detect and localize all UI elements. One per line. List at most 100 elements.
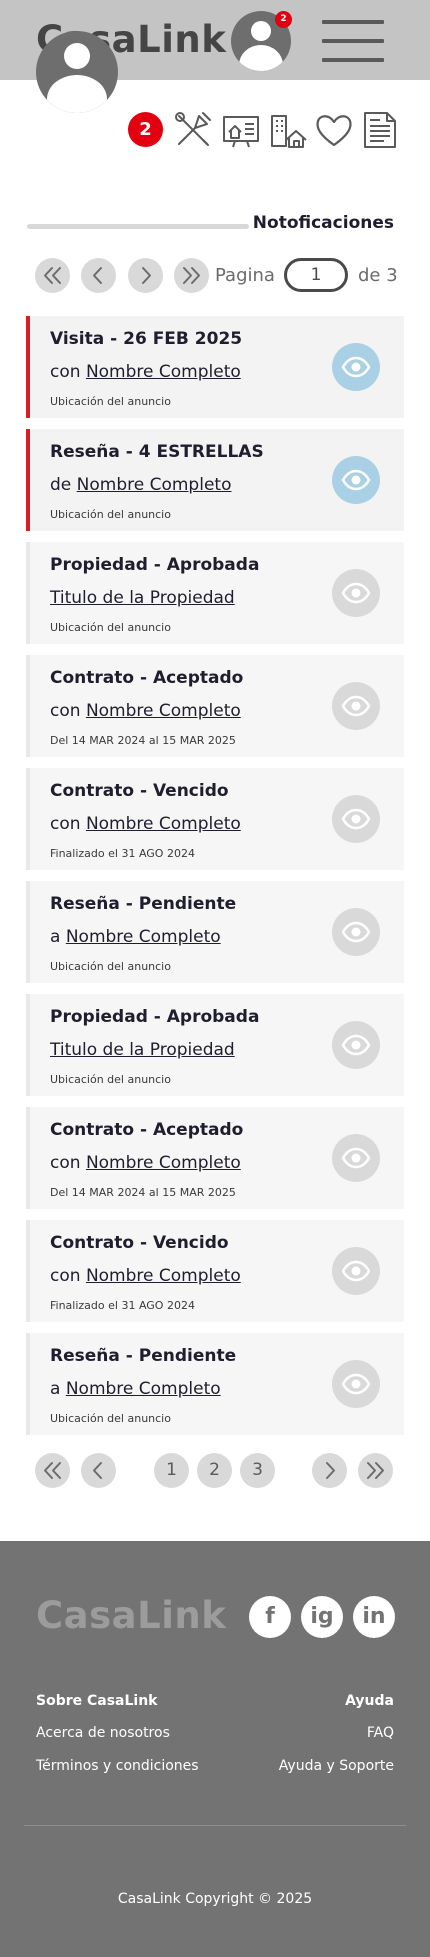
view-eye-icon[interactable] [332, 682, 380, 730]
avatar-notification-badge: 2 [275, 11, 292, 28]
notification-card[interactable]: Propiedad - Aprobada Titulo de la Propied… [26, 542, 404, 644]
prev-page-button-bottom[interactable] [81, 1453, 116, 1488]
document-icon[interactable] [360, 110, 400, 150]
notification-subject: a Nombre Completo [50, 927, 221, 947]
notification-subject: de Nombre Completo [50, 475, 231, 495]
view-eye-icon[interactable] [332, 908, 380, 956]
notification-meta: Finalizado el 31 AGO 2024 [50, 847, 195, 860]
first-page-button[interactable] [35, 258, 70, 293]
page-button-1[interactable]: 1 [154, 1453, 189, 1488]
notification-card[interactable]: Contrato - Vencido con Nombre Completo Fin… [26, 768, 404, 870]
notification-card[interactable]: Contrato - Aceptado con Nombre Completo De… [26, 655, 404, 757]
copyright: CasaLink Copyright © 2025 [117, 1891, 313, 1907]
notification-card[interactable]: Visita - 26 FEB 2025 con Nombre Completo U… [26, 316, 404, 418]
notification-subject: Titulo de la Propiedad [50, 1040, 235, 1060]
next-page-button-bottom[interactable] [312, 1453, 347, 1488]
instagram-icon[interactable]: ig [301, 1596, 343, 1638]
notification-card[interactable]: Reseña - Pendiente a Nombre Completo Ubica… [26, 881, 404, 983]
notification-meta: Del 14 MAR 2024 al 15 MAR 2025 [50, 1186, 236, 1199]
first-page-button-bottom[interactable] [35, 1453, 70, 1488]
page-total-label: de 3 [358, 265, 398, 286]
page-button-3[interactable]: 3 [240, 1453, 275, 1488]
footer-divider [24, 1825, 406, 1826]
notification-meta: Ubicación del anuncio [50, 960, 171, 973]
page-number-input[interactable]: 1 [284, 258, 348, 292]
profile-avatar[interactable] [36, 31, 118, 113]
view-eye-icon[interactable] [332, 1021, 380, 1069]
last-page-button-bottom[interactable] [358, 1453, 393, 1488]
notification-link[interactable]: Titulo de la Propiedad [50, 1040, 235, 1060]
footer-link-terms[interactable]: Términos y condiciones [36, 1758, 199, 1774]
notification-prefix: a [50, 1379, 61, 1399]
heart-icon[interactable] [314, 110, 354, 150]
buildings-house-icon[interactable] [268, 110, 308, 150]
notification-subject: con Nombre Completo [50, 1266, 241, 1286]
title-divider [27, 224, 249, 229]
notification-link[interactable]: Nombre Completo [77, 475, 232, 495]
view-eye-icon[interactable] [332, 343, 380, 391]
notification-title: Reseña - Pendiente [50, 1346, 237, 1366]
notification-link[interactable]: Nombre Completo [86, 362, 241, 382]
notification-card[interactable]: Contrato - Vencido con Nombre Completo Fin… [26, 1220, 404, 1322]
notification-prefix: de [50, 475, 72, 495]
notification-title: Contrato - Vencido [50, 1233, 229, 1253]
notification-subject: Titulo de la Propiedad [50, 588, 235, 608]
notification-title: Propiedad - Aprobada [50, 555, 260, 575]
notification-card[interactable]: Contrato - Aceptado con Nombre Completo De… [26, 1107, 404, 1209]
notification-subject: con Nombre Completo [50, 1153, 241, 1173]
page-button-2[interactable]: 2 [197, 1453, 232, 1488]
notification-link[interactable]: Nombre Completo [86, 1153, 241, 1173]
notification-link[interactable]: Nombre Completo [86, 1266, 241, 1286]
notification-meta: Ubicación del anuncio [50, 621, 171, 634]
hamburger-menu-button[interactable] [322, 20, 384, 62]
footer: CasaLink f ig in Sobre CasaLink Acerca d… [0, 1541, 430, 1957]
prev-page-button[interactable] [81, 258, 116, 293]
notification-subject: con Nombre Completo [50, 701, 241, 721]
footer-about-heading: Sobre CasaLink [36, 1693, 158, 1709]
footer-logo[interactable]: CasaLink [36, 1594, 226, 1637]
property-board-icon[interactable] [221, 110, 261, 150]
notification-link[interactable]: Titulo de la Propiedad [50, 588, 235, 608]
notification-meta: Del 14 MAR 2024 al 15 MAR 2025 [50, 734, 236, 747]
view-eye-icon[interactable] [332, 569, 380, 617]
notification-subject: a Nombre Completo [50, 1379, 221, 1399]
notification-meta: Ubicación del anuncio [50, 1412, 171, 1425]
footer-help-heading: Ayuda [345, 1693, 394, 1709]
page-label: Pagina [215, 265, 275, 286]
last-page-button[interactable] [174, 258, 209, 293]
notification-link[interactable]: Nombre Completo [66, 927, 221, 947]
notification-link[interactable]: Nombre Completo [86, 701, 241, 721]
linkedin-icon[interactable]: in [353, 1596, 395, 1638]
notification-subject: con Nombre Completo [50, 814, 241, 834]
notification-count-badge[interactable]: 2 [128, 112, 163, 147]
notification-link[interactable]: Nombre Completo [66, 1379, 221, 1399]
notification-meta: Finalizado el 31 AGO 2024 [50, 1299, 195, 1312]
notification-card[interactable]: Reseña - 4 ESTRELLAS de Nombre Completo Ub… [26, 429, 404, 531]
view-eye-icon[interactable] [332, 1247, 380, 1295]
footer-link-about[interactable]: Acerca de nosotros [36, 1725, 170, 1741]
notification-prefix: con [50, 814, 81, 834]
notification-prefix: a [50, 927, 61, 947]
notification-prefix: con [50, 1266, 81, 1286]
notification-title: Contrato - Aceptado [50, 668, 244, 688]
notification-card[interactable]: Propiedad - Aprobada Titulo de la Propied… [26, 994, 404, 1096]
notification-title: Reseña - 4 ESTRELLAS [50, 442, 264, 462]
notification-title: Propiedad - Aprobada [50, 1007, 260, 1027]
view-eye-icon[interactable] [332, 1360, 380, 1408]
footer-link-support[interactable]: Ayuda y Soporte [279, 1758, 394, 1774]
page-title: Notoficaciones [252, 213, 394, 233]
facebook-icon[interactable]: f [249, 1596, 291, 1638]
notification-meta: Ubicación del anuncio [50, 508, 171, 521]
notification-card[interactable]: Reseña - Pendiente a Nombre Completo Ubica… [26, 1333, 404, 1435]
next-page-button[interactable] [128, 258, 163, 293]
view-eye-icon[interactable] [332, 795, 380, 843]
notification-link[interactable]: Nombre Completo [86, 814, 241, 834]
tools-icon[interactable] [173, 110, 213, 150]
notification-meta: Ubicación del anuncio [50, 1073, 171, 1086]
footer-link-faq[interactable]: FAQ [367, 1725, 394, 1741]
view-eye-icon[interactable] [332, 456, 380, 504]
notification-subject: con Nombre Completo [50, 362, 241, 382]
notification-prefix: con [50, 362, 81, 382]
notification-title: Visita - 26 FEB 2025 [50, 329, 243, 349]
view-eye-icon[interactable] [332, 1134, 380, 1182]
